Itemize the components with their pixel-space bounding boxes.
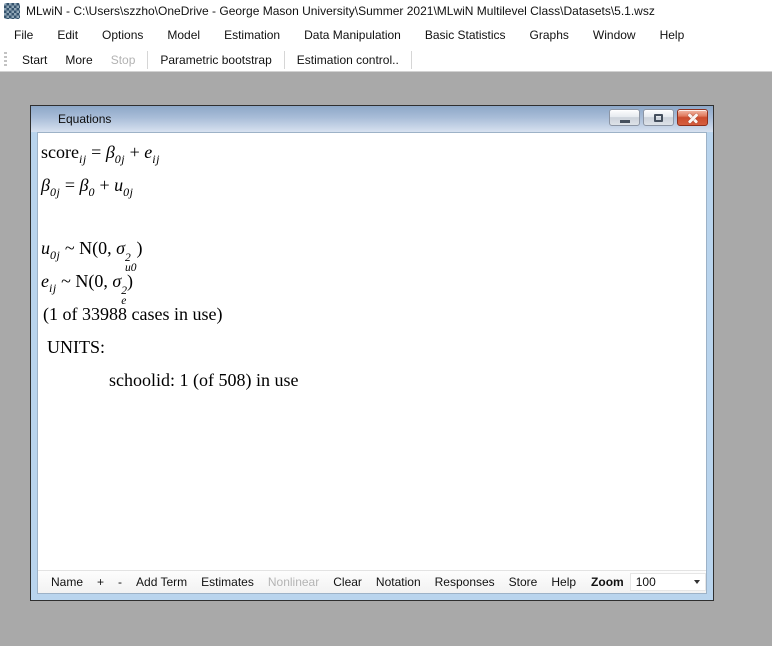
app-title: MLwiN - C:\Users\szzho\OneDrive - George… xyxy=(26,4,655,18)
toolbar-separator xyxy=(147,51,148,69)
menu-window[interactable]: Window xyxy=(581,22,648,48)
eq-button-clear[interactable]: Clear xyxy=(326,571,369,593)
maximize-button[interactable] xyxy=(643,109,674,126)
close-button[interactable] xyxy=(677,109,708,126)
eq-button-add-term[interactable]: Add Term xyxy=(129,571,194,593)
menu-data-manipulation[interactable]: Data Manipulation xyxy=(292,22,413,48)
menu-graphs[interactable]: Graphs xyxy=(518,22,581,48)
toolbar-button-more[interactable]: More xyxy=(56,49,101,71)
eq-button-minus[interactable]: - xyxy=(111,571,129,593)
equation-line[interactable]: eij ~ N(0, σ2e) xyxy=(41,265,706,298)
toolbar-separator xyxy=(411,51,412,69)
equations-window-title: Equations xyxy=(58,112,111,126)
app-titlebar: MLwiN - C:\Users\szzho\OneDrive - George… xyxy=(0,0,772,22)
menu-options[interactable]: Options xyxy=(90,22,155,48)
eq-button-responses[interactable]: Responses xyxy=(428,571,502,593)
toolbar-button-estimation-control[interactable]: Estimation control.. xyxy=(288,49,408,71)
menu-model[interactable]: Model xyxy=(155,22,212,48)
minimize-button[interactable] xyxy=(609,109,640,126)
info-line: schoolid: 1 (of 508) in use xyxy=(41,364,706,397)
minimize-icon xyxy=(620,120,630,123)
info-line: UNITS: xyxy=(41,331,706,364)
eq-button-store[interactable]: Store xyxy=(502,571,545,593)
chevron-down-icon xyxy=(694,580,700,584)
close-icon xyxy=(687,113,699,123)
info-line: (1 of 33988 cases in use) xyxy=(41,298,706,331)
equations-titlebar[interactable]: Equations xyxy=(31,106,713,132)
toolbar-button-stop: Stop xyxy=(102,49,145,71)
equation-blank-line xyxy=(41,202,706,232)
eq-button-notation[interactable]: Notation xyxy=(369,571,428,593)
equations-body: scoreij = β0j + eijβ0j = β0 + u0j u0j ~ N… xyxy=(37,132,707,594)
toolbar-separator xyxy=(284,51,285,69)
equations-toolbar: Name+-Add TermEstimatesNonlinearClearNot… xyxy=(38,570,706,593)
maximize-icon xyxy=(654,114,663,122)
eq-button-help[interactable]: Help xyxy=(544,571,583,593)
toolbar-button-start[interactable]: Start xyxy=(13,49,56,71)
menu-basic-statistics[interactable]: Basic Statistics xyxy=(413,22,518,48)
eq-button-name[interactable]: Name xyxy=(44,571,90,593)
window-controls xyxy=(609,109,708,126)
menu-edit[interactable]: Edit xyxy=(45,22,90,48)
main-toolbar: StartMoreStop Parametric bootstrap Estimat… xyxy=(0,48,772,72)
equations-window: Equations scoreij = β0j + eijβ0j = β0 + … xyxy=(30,105,714,601)
eq-button-nonlinear: Nonlinear xyxy=(261,571,326,593)
zoom-label: Zoom xyxy=(583,575,630,589)
eq-button-plus[interactable]: + xyxy=(90,571,111,593)
equation-line[interactable]: u0j ~ N(0, σ2u0) xyxy=(41,232,706,265)
equation-line[interactable]: β0j = β0 + u0j xyxy=(41,169,706,202)
zoom-dropdown[interactable]: 100 xyxy=(630,573,706,591)
mlwin-app-icon xyxy=(4,3,20,19)
menu-help[interactable]: Help xyxy=(648,22,697,48)
menubar: FileEditOptionsModelEstimationData Manip… xyxy=(0,22,772,48)
equation-display-area[interactable]: scoreij = β0j + eijβ0j = β0 + u0j u0j ~ N… xyxy=(38,133,706,570)
toolbar-button-parametric-bootstrap[interactable]: Parametric bootstrap xyxy=(151,49,280,71)
zoom-value: 100 xyxy=(636,575,656,589)
toolbar-grip-handle[interactable] xyxy=(4,52,7,67)
eq-button-estimates[interactable]: Estimates xyxy=(194,571,261,593)
menu-file[interactable]: File xyxy=(2,22,45,48)
menu-estimation[interactable]: Estimation xyxy=(212,22,292,48)
equation-line[interactable]: scoreij = β0j + eij xyxy=(41,136,706,169)
